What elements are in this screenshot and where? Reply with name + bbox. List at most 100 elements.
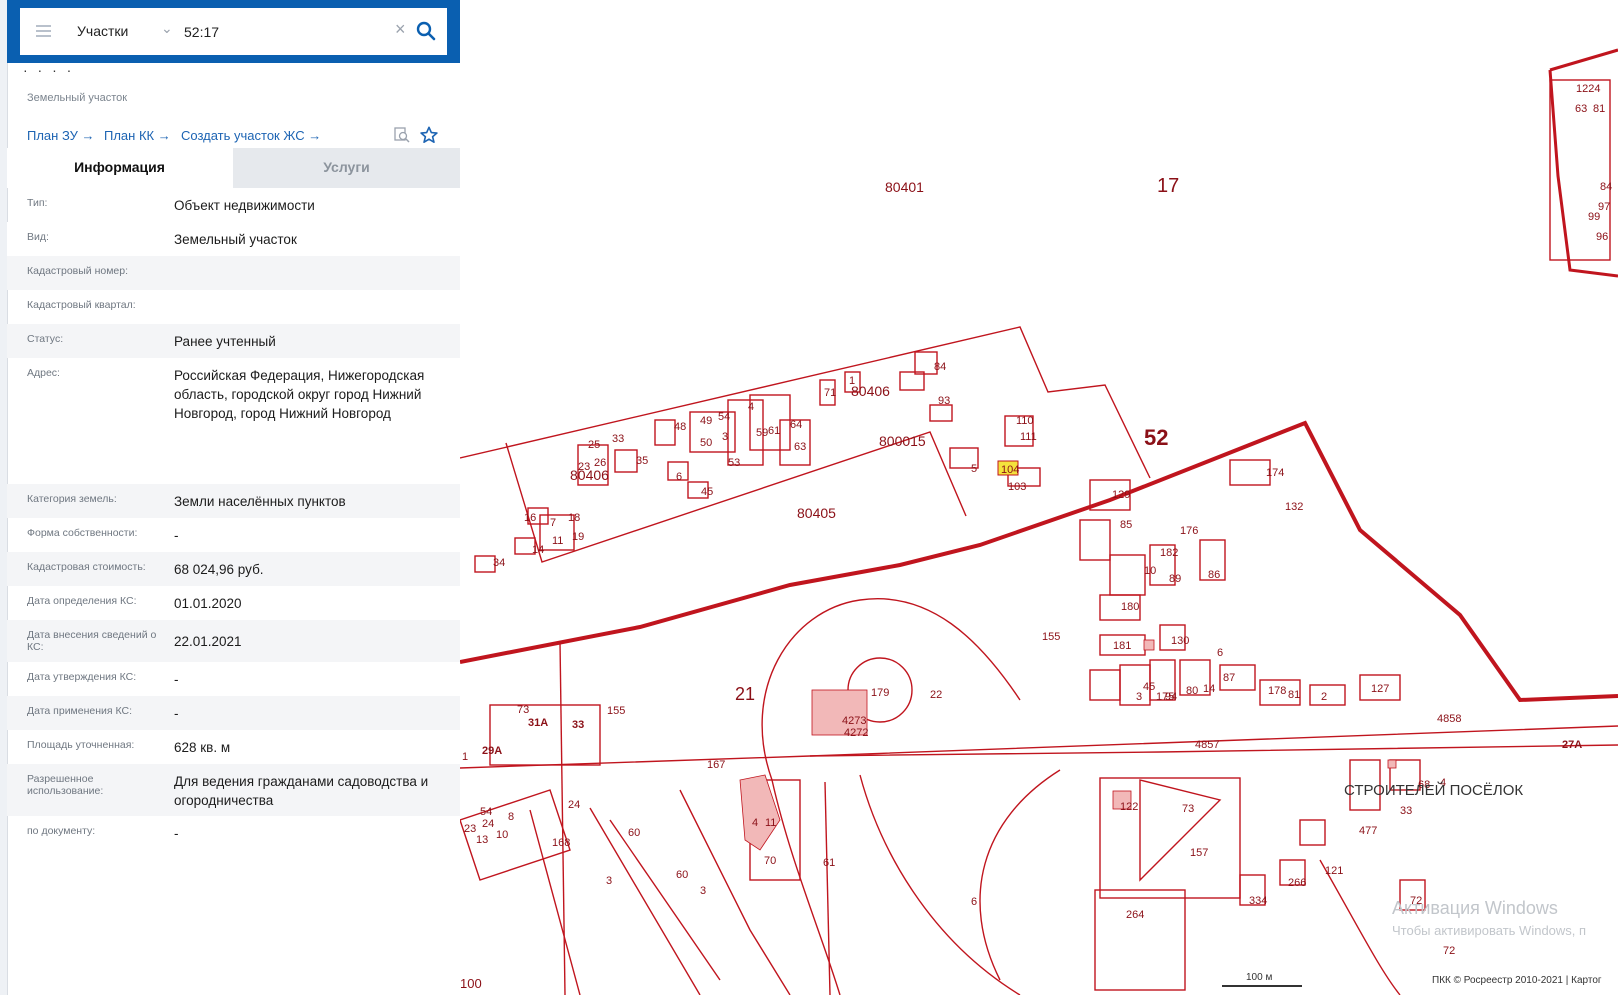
parcel-label: 23	[578, 461, 590, 473]
row-value: Для ведения гражданами садоводства и ого…	[174, 774, 429, 808]
quarter-label-80405: 80405	[797, 505, 836, 521]
parcel-label: 182	[1160, 547, 1178, 559]
parcel-label: 111	[1020, 431, 1037, 443]
info-row-cost-entry-date: Дата внесения сведений о КС: 22.01.2021	[7, 620, 460, 662]
row-value: 68 024,96 руб.	[174, 562, 264, 577]
copyright-text: ПКК © Росреестр 2010-2021 | Картог	[1432, 975, 1602, 986]
parcel-label: 81	[1288, 689, 1300, 701]
create-parcel-link[interactable]: Создать участок ЖС →	[181, 128, 321, 143]
row-label: Дата применения КС:	[27, 705, 133, 717]
parcel-label: 19	[572, 531, 584, 543]
parcel-label: 157	[1190, 847, 1208, 859]
parcel	[654, 419, 676, 446]
chevron-down-icon[interactable]: ⌄	[161, 20, 173, 37]
map-canvas[interactable]: 17 52 21 80401 80406 80406 80405 800015 …	[460, 0, 1618, 995]
parcel-label: 29A	[482, 745, 502, 757]
road-boundary	[859, 774, 1021, 995]
place-name-label: СТРОИТЕЛЕЙ ПОСЁЛОК	[1344, 781, 1523, 799]
road-boundary	[1319, 859, 1401, 995]
plan-zu-link[interactable]: План ЗУ →	[27, 128, 95, 143]
parcel	[749, 394, 791, 451]
windows-activation-title: Активация Windows	[1392, 898, 1558, 918]
menu-icon[interactable]	[30, 20, 60, 44]
tab-information[interactable]: Информация	[7, 148, 232, 188]
district-boundary-right-top	[1549, 48, 1618, 72]
parcel	[1109, 554, 1146, 596]
info-row-by-document: по документу: -	[7, 816, 460, 850]
row-label: Дата утверждения КС:	[27, 671, 137, 683]
parcel-label: 60	[628, 827, 640, 839]
info-row-status: Статус: Ранее учтенный	[7, 324, 460, 358]
parcel-label: 14	[532, 544, 544, 556]
row-value: -	[174, 706, 179, 721]
district-label-17: 17	[1157, 175, 1179, 197]
parcel-label: 72	[1443, 945, 1455, 957]
parcel-label: 63	[794, 441, 806, 453]
star-icon[interactable]	[420, 126, 438, 144]
search-icon[interactable]	[416, 21, 436, 41]
parcel	[1079, 519, 1111, 561]
parcel-label: 50	[700, 437, 712, 449]
parcel-label: 127	[1371, 683, 1389, 695]
quarter-boundary	[460, 326, 1151, 479]
parcel-label: 96	[1596, 231, 1608, 243]
parcel-label: 264	[1126, 909, 1144, 921]
parcel-label: 3	[1136, 691, 1142, 703]
parcel	[1299, 819, 1326, 846]
parcel-label: 70	[764, 855, 776, 867]
row-value: Земельный участок	[174, 232, 297, 247]
parcel-label: 24	[482, 818, 494, 830]
parcel-label: 10	[1144, 565, 1156, 577]
parcel-label: 73	[517, 704, 529, 716]
parcel-label: 48	[674, 421, 686, 433]
row-value: Земли населённых пунктов	[174, 494, 346, 509]
row-value: Объект недвижимости	[174, 198, 315, 213]
cadastral-map[interactable]: 17 52 21 80401 80406 80406 80405 800015 …	[460, 0, 1618, 995]
parcel-label: 24	[568, 799, 580, 811]
parcel-label: 97	[1598, 201, 1610, 213]
parcel-label: 60	[676, 869, 688, 881]
row-label: Статус:	[27, 333, 64, 345]
parcel-label: 45	[701, 486, 713, 498]
parcel-label: 4857	[1195, 739, 1219, 751]
close-icon[interactable]: ×	[395, 19, 406, 40]
tab-services[interactable]: Услуги	[233, 148, 460, 188]
parcel-label: 34	[493, 557, 505, 569]
row-label: Разрешенное использование:	[27, 773, 104, 797]
row-label: Вид:	[27, 231, 49, 243]
windows-activation-subtitle: Чтобы активировать Windows, п	[1392, 923, 1587, 938]
road-boundary	[824, 781, 831, 995]
parcel-label: 121	[1325, 865, 1343, 877]
parcel-label: 6	[1217, 647, 1223, 659]
quarter-label-80406: 80406	[851, 383, 890, 399]
parcel-label: 63	[1575, 103, 1587, 115]
parcel	[899, 371, 925, 391]
row-value: Российская Федерация, Нижегородская обла…	[174, 368, 425, 421]
parcel-label: 132	[1285, 501, 1303, 513]
parcel-label: 45	[1143, 681, 1155, 693]
row-label: Дата внесения сведений о КС:	[27, 629, 157, 653]
info-row-area: Площадь уточненная: 628 кв. м	[7, 730, 460, 764]
parcel-label: 18	[568, 512, 580, 524]
parcel-label: 178	[1268, 685, 1286, 697]
scale-bar	[1222, 985, 1302, 987]
parcel	[1089, 669, 1121, 701]
parcel-label: 54	[718, 411, 730, 423]
info-row-cost-date: Дата определения КС: 01.01.2020	[7, 586, 460, 620]
row-label: Кадастровый номер:	[27, 265, 129, 277]
parcel-label: 49	[700, 415, 712, 427]
plan-kk-link[interactable]: План КК →	[104, 128, 171, 143]
search-input[interactable]	[184, 20, 384, 44]
parcel-label: 6	[971, 896, 977, 908]
row-value: 22.01.2021	[174, 634, 242, 649]
object-type-caption: Земельный участок	[27, 92, 128, 104]
info-row-address: Адрес: Российская Федерация, Нижегородск…	[7, 358, 460, 484]
building	[1143, 639, 1155, 651]
layer-select[interactable]: Участки	[77, 23, 128, 39]
info-row-kind: Вид: Земельный участок	[7, 222, 460, 256]
zoom-to-object-icon[interactable]	[394, 127, 410, 143]
parcel-label: 104	[1001, 464, 1019, 476]
district-label-52: 52	[1144, 425, 1168, 450]
parcel-label: 23	[464, 823, 476, 835]
parcel-label: 3	[606, 875, 612, 887]
